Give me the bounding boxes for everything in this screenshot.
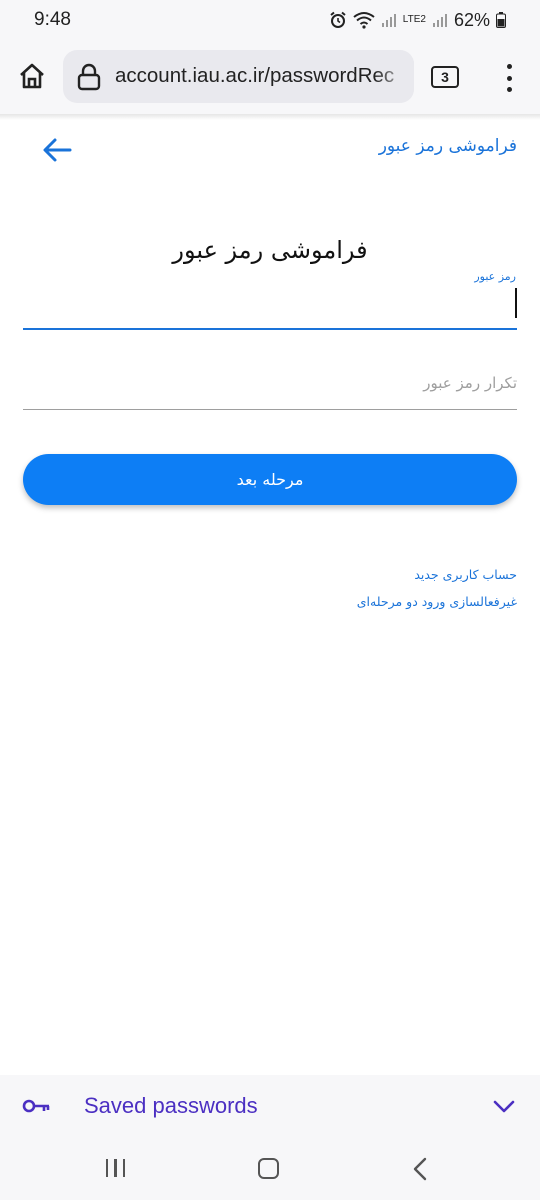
back-button[interactable]: [40, 136, 74, 164]
confirm-password-input[interactable]: تکرار رمز عبور: [23, 360, 517, 410]
system-nav-bar: [0, 1137, 540, 1200]
confirm-password-placeholder: تکرار رمز عبور: [423, 374, 517, 392]
arrow-left-icon: [43, 138, 72, 162]
status-bar: 9:48 LTE2 62%: [0, 0, 540, 40]
home-icon: [20, 63, 44, 89]
url-text: account.iau.ac.ir/passwordRec: [115, 64, 395, 87]
next-step-button[interactable]: مرحله بعد: [23, 454, 517, 505]
url-bar[interactable]: account.iau.ac.ir/passwordRec: [63, 50, 414, 103]
menu-dot: [506, 75, 512, 81]
wifi-icon: [353, 12, 375, 29]
recents-line: [114, 1159, 117, 1177]
text-caret: [515, 288, 517, 318]
home-button[interactable]: [14, 58, 50, 94]
saved-passwords-bar[interactable]: Saved passwords: [0, 1075, 540, 1137]
status-icons: LTE2 62%: [329, 10, 506, 31]
appbar-title: فراموشی رمز عبور: [378, 136, 517, 156]
chevron-down-icon[interactable]: [492, 1097, 516, 1115]
recents-line: [122, 1159, 126, 1177]
browser-toolbar: account.iau.ac.ir/passwordRec 3: [0, 40, 540, 114]
signal-icon: [381, 14, 396, 27]
url-fade: [374, 50, 414, 103]
recents-icon[interactable]: [106, 1159, 126, 1177]
signal-icon-2: [432, 14, 447, 27]
nav-back-icon[interactable]: [412, 1157, 428, 1181]
network-type: LTE2: [402, 14, 426, 25]
password-input[interactable]: [23, 284, 517, 330]
battery-icon: [496, 12, 506, 28]
toolbar-shadow: [0, 114, 540, 120]
saved-passwords-label: Saved passwords: [84, 1093, 258, 1118]
tab-count: 3: [441, 69, 449, 85]
more-vert-icon[interactable]: [500, 64, 518, 92]
recents-line: [106, 1159, 109, 1177]
next-step-label: مرحله بعد: [236, 470, 304, 489]
status-time: 9:48: [34, 9, 71, 30]
battery-percent: 62%: [453, 9, 490, 30]
tabs-button[interactable]: 3: [431, 66, 459, 88]
menu-dot: [506, 64, 512, 69]
key-icon: [22, 1099, 50, 1113]
page-title: فراموشی رمز عبور: [172, 236, 368, 264]
alarm-icon: [330, 11, 346, 28]
password-label: رمز عبور: [474, 270, 516, 283]
lock-icon: [77, 63, 101, 91]
new-account-link[interactable]: حساب کاربری جدید: [414, 567, 517, 582]
menu-dot: [506, 87, 512, 92]
disable-2fa-link[interactable]: غیرفعالسازی ورود دو مرحله‌ای: [357, 594, 517, 609]
nav-home-icon[interactable]: [258, 1158, 279, 1179]
